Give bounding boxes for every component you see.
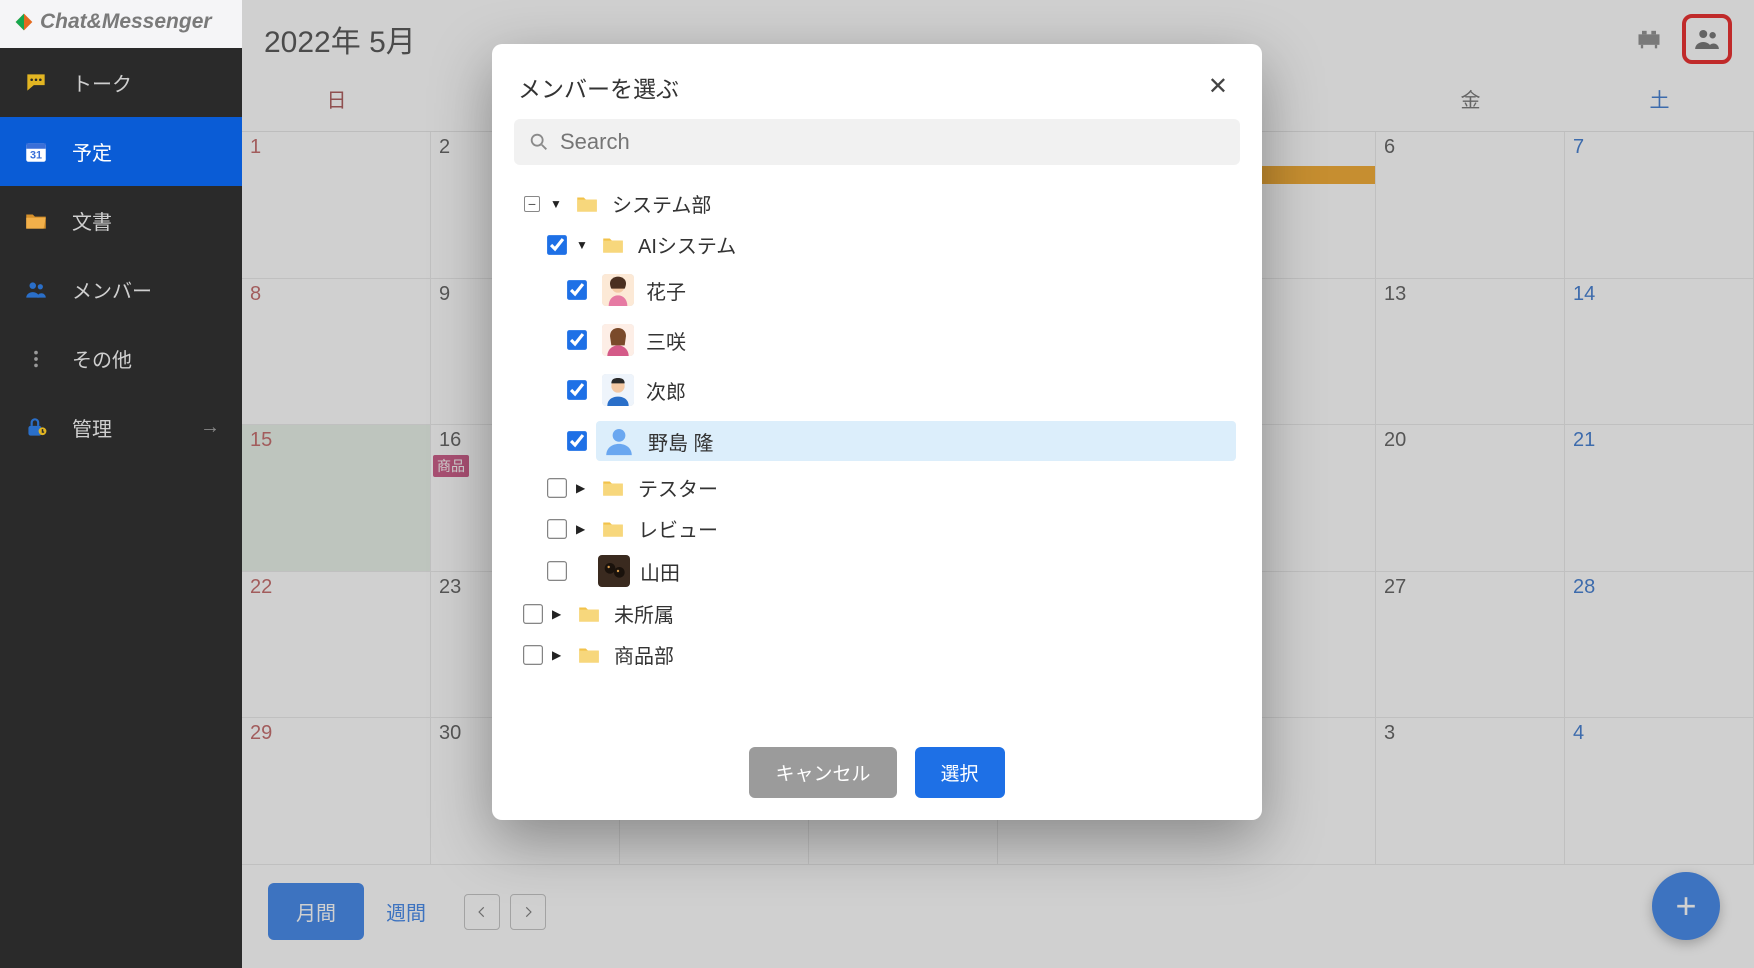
avatar-icon — [598, 555, 630, 587]
tree-label: 未所属 — [614, 599, 674, 628]
tree-node-unassigned[interactable]: ▶ 未所属 — [514, 593, 1240, 634]
tree-user-nojima[interactable]: 野島 隆 — [514, 415, 1240, 467]
folder-icon — [574, 601, 604, 627]
tree-checkbox[interactable] — [547, 235, 567, 255]
caret-down-icon[interactable]: ▼ — [550, 197, 562, 211]
collapse-icon[interactable]: − — [524, 196, 540, 212]
tree-user-jiro[interactable]: 次郎 — [514, 365, 1240, 415]
cancel-button[interactable]: キャンセル — [749, 747, 896, 798]
avatar-icon — [602, 274, 634, 306]
caret-right-icon[interactable]: ▶ — [552, 648, 564, 662]
tree-node-system[interactable]: − ▼ システム部 — [514, 183, 1240, 224]
avatar-icon — [602, 324, 634, 356]
tree-checkbox[interactable] — [523, 604, 543, 624]
select-button[interactable]: 選択 — [915, 747, 1005, 798]
tree-label: 三咲 — [646, 326, 686, 355]
tree-checkbox[interactable] — [547, 478, 567, 498]
search-box[interactable] — [514, 119, 1240, 165]
tree-label: テスター — [638, 473, 718, 502]
tree-checkbox[interactable] — [523, 645, 543, 665]
folder-icon — [598, 516, 628, 542]
caret-down-icon[interactable]: ▼ — [576, 238, 588, 252]
tree-user-hanako[interactable]: 花子 — [514, 265, 1240, 315]
tree-label: 花子 — [646, 276, 686, 305]
close-icon: ✕ — [1208, 73, 1228, 100]
avatar-icon — [602, 374, 634, 406]
tree-label: システム部 — [612, 189, 711, 218]
tree-node-products[interactable]: ▶ 商品部 — [514, 634, 1240, 675]
tree-label: 山田 — [640, 557, 680, 586]
caret-right-icon[interactable]: ▶ — [576, 522, 588, 536]
modal-title: メンバーを選ぶ — [518, 70, 679, 104]
tree-label: 次郎 — [646, 376, 686, 405]
tree-user-misaki[interactable]: 三咲 — [514, 315, 1240, 365]
caret-right-icon[interactable]: ▶ — [552, 607, 564, 621]
tree-label: 商品部 — [614, 640, 674, 669]
tree-checkbox[interactable] — [547, 561, 567, 581]
person-icon — [602, 424, 636, 458]
folder-icon — [574, 642, 604, 668]
tree-checkbox[interactable] — [567, 280, 587, 300]
tree-checkbox[interactable] — [567, 431, 587, 451]
tree-node-tester[interactable]: ▶ テスター — [514, 467, 1240, 508]
caret-right-icon[interactable]: ▶ — [576, 481, 588, 495]
member-select-modal: メンバーを選ぶ ✕ − ▼ システム部 — [492, 44, 1262, 820]
member-tree: − ▼ システム部 ▼ AIシステム 花子 — [514, 183, 1240, 675]
tree-checkbox[interactable] — [567, 330, 587, 350]
modal-close-button[interactable]: ✕ — [1200, 68, 1236, 105]
tree-label: 野島 隆 — [648, 427, 714, 456]
folder-icon — [572, 191, 602, 217]
tree-checkbox[interactable] — [567, 380, 587, 400]
tree-node-review[interactable]: ▶ レビュー — [514, 508, 1240, 549]
folder-icon — [598, 232, 628, 258]
tree-label: レビュー — [638, 514, 718, 543]
tree-user-yamada[interactable]: ▶ 山田 — [514, 549, 1240, 593]
folder-icon — [598, 475, 628, 501]
tree-checkbox[interactable] — [547, 519, 567, 539]
search-icon — [528, 131, 550, 153]
modal-overlay: メンバーを選ぶ ✕ − ▼ システム部 — [0, 0, 1754, 968]
tree-node-ai[interactable]: ▼ AIシステム — [514, 224, 1240, 265]
search-input[interactable] — [560, 129, 1226, 155]
tree-label: AIシステム — [638, 230, 736, 259]
